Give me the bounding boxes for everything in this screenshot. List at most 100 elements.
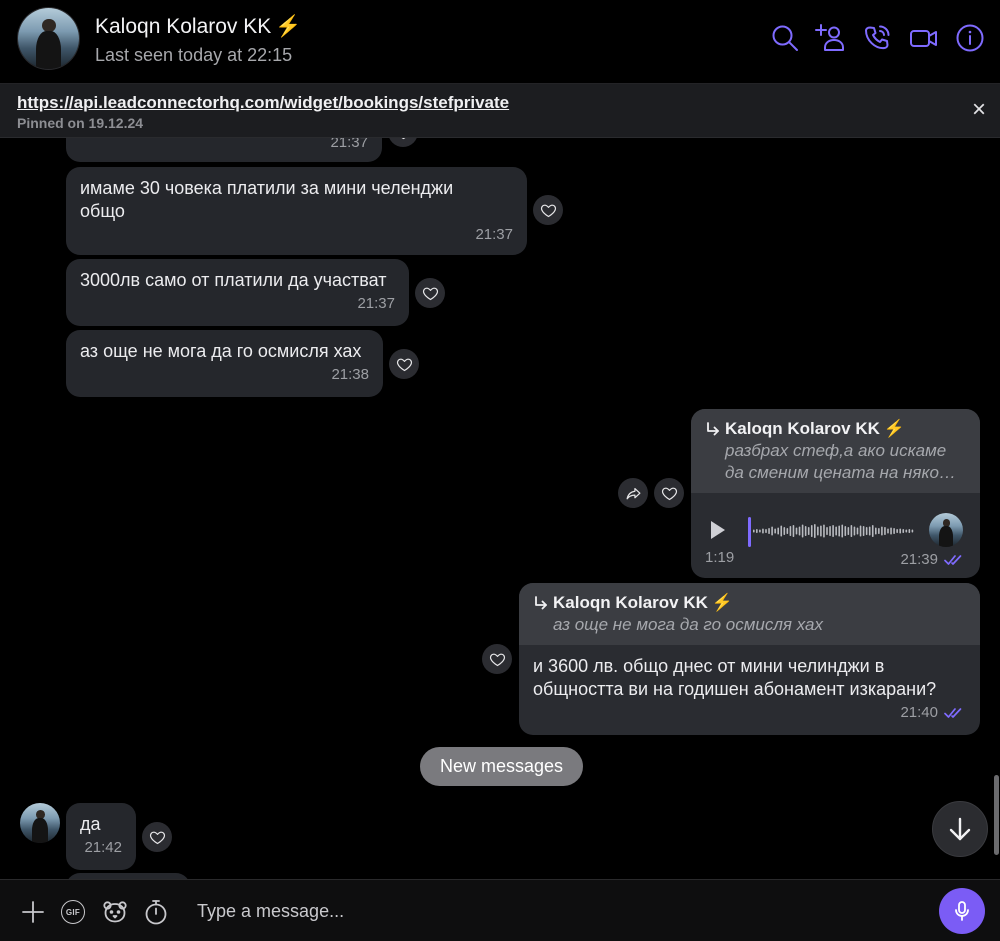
arrow-down-icon [949,817,971,841]
message-bubble[interactable]: 21:37 [66,138,382,162]
heart-outline-icon[interactable] [142,822,172,852]
waveform-bar [804,526,807,536]
reply-preview[interactable]: Kaloqn Kolarov KK ⚡ аз още не мога да го … [519,583,980,645]
pinned-date: Pinned on 19.12.24 [17,115,144,131]
message-list[interactable]: 21:37 имаме 30 човека платили за мини че… [0,138,1000,879]
gif-icon[interactable]: GIF [61,900,85,924]
waveform-bar [823,524,825,538]
waveform-bar [777,527,779,535]
heart-outline-icon[interactable] [388,138,418,147]
voice-message-bubble[interactable]: Kaloqn Kolarov KK ⚡ разбрах стеф,а ако ис… [691,409,980,578]
sender-avatar[interactable] [20,803,60,843]
message-time: 21:39 [900,551,938,568]
message-input[interactable] [190,891,910,931]
waveform-bar [908,529,911,533]
message-text: аз още не мога да го осмисля хах [80,341,362,361]
waveform-bar [774,528,776,534]
waveform-bar [759,529,761,533]
waveform-bar [753,529,755,533]
voice-duration: 1:19 [705,549,735,566]
waveform-bar [838,525,840,537]
pinned-message-bar[interactable]: https://api.leadconnectorhq.com/widget/b… [0,84,1000,138]
waveform-bar [762,528,764,534]
last-seen-status: Last seen today at 22:15 [95,45,293,65]
info-icon[interactable] [955,23,985,53]
search-icon[interactable] [770,23,800,53]
waveform-bar [771,526,773,536]
message-text: имаме 30 човека платили за мини челенджи… [80,178,454,221]
waveform-bar [865,527,868,535]
scrollbar-thumb[interactable] [994,775,999,855]
timer-icon[interactable] [143,899,169,925]
video-call-icon[interactable] [909,23,939,53]
waveform-bar [829,526,831,536]
message-bubble[interactable]: да 21:42 [66,803,136,870]
heart-outline-icon[interactable] [389,349,419,379]
pinned-link[interactable]: https://api.leadconnectorhq.com/widget/b… [17,93,509,113]
waveform-bar [841,524,844,538]
sender-avatar [929,513,963,547]
heart-outline-icon[interactable] [415,278,445,308]
waveform-bar [881,526,883,536]
waveform-bar [853,526,856,536]
waveform-bar [820,525,822,537]
contact-name[interactable]: Kaloqn Kolarov KK ⚡ [95,13,301,41]
reply-author: Kaloqn Kolarov KK [725,419,880,438]
reply-arrow-icon [535,596,547,610]
message-status: 21:39 [900,550,964,570]
play-icon[interactable] [710,520,726,540]
waveform-bar [826,527,828,535]
message-bubble[interactable]: аз още не мога да го осмисля хах 21:38 [66,330,383,397]
waveform-bar [792,525,795,537]
voice-waveform[interactable] [753,521,916,541]
gif-label: GIF [65,907,81,917]
message-bubble[interactable]: Kaloqn Kolarov KK ⚡ аз още не мога да го … [519,583,980,735]
waveform-bar [862,526,865,536]
reply-quote: разбрах стеф,а ако искаме да сменим цена… [725,441,956,482]
waveform-bar [878,528,880,534]
close-icon[interactable]: × [972,97,986,123]
waveform-bar [902,529,905,533]
scroll-to-bottom-button[interactable] [932,801,988,857]
waveform-bar [893,528,895,534]
waveform-bar [832,525,834,537]
waveform-bar [896,529,898,533]
message-time: 21:40 [900,704,938,721]
sticker-icon[interactable] [102,899,128,925]
waveform-bar [789,526,792,536]
message-time: 21:38 [331,366,369,383]
waveform-bar [905,529,908,533]
message-text: да [80,814,101,834]
lightning-badge: ⚡ [883,419,906,438]
heart-outline-icon[interactable] [533,195,563,225]
reply-preview[interactable]: Kaloqn Kolarov KK ⚡ разбрах стеф,а ако ис… [691,409,980,493]
playback-cursor[interactable] [748,517,751,547]
waveform-bar [875,527,877,535]
add-participant-icon[interactable] [815,23,845,53]
share-icon[interactable] [618,478,648,508]
heart-outline-icon[interactable] [482,644,512,674]
voice-call-icon[interactable] [862,23,892,53]
new-messages-divider: New messages [420,747,583,786]
microphone-button[interactable] [939,888,985,934]
heart-outline-icon[interactable] [654,478,684,508]
contact-avatar[interactable] [18,8,79,69]
waveform-bar [783,527,786,535]
message-time: 21:37 [357,295,395,312]
message-bubble[interactable]: 3000лв само от платили да участват 21:37 [66,259,409,326]
waveform-bar [850,525,853,537]
message-status: 21:40 [533,703,964,723]
microphone-icon [955,901,969,921]
message-composer: GIF [0,879,1000,941]
lightning-badge: ⚡ [711,593,734,612]
reply-author: Kaloqn Kolarov KK [553,593,708,612]
waveform-bar [786,528,789,534]
waveform-bar [780,525,783,537]
double-check-icon [944,708,962,718]
waveform-bar [911,529,914,533]
waveform-bar [756,529,758,533]
waveform-bar [847,527,850,535]
message-bubble[interactable]: имаме 30 човека платили за мини челенджи… [66,167,527,255]
plus-icon[interactable] [20,899,46,925]
waveform-bar [814,524,816,538]
